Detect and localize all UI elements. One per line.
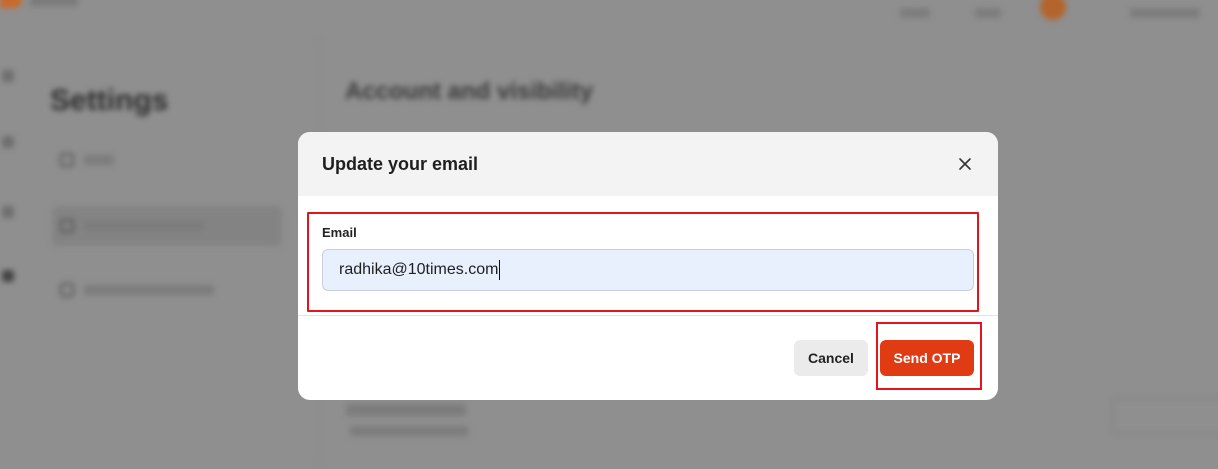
rail-icon: [2, 270, 14, 282]
section-subtext: [350, 426, 468, 436]
icon-rail: [0, 40, 24, 469]
email-field[interactable]: radhika@10times.com: [322, 249, 974, 291]
dialog-header: Update your email: [298, 132, 998, 196]
section-heading: [346, 404, 466, 416]
sidebar-item-label: [84, 285, 214, 295]
sidebar-item: [60, 140, 260, 180]
logo: [0, 0, 22, 8]
lock-icon: [60, 283, 74, 297]
rail-icon: [2, 70, 14, 82]
top-nav-item: [975, 8, 1001, 18]
close-button[interactable]: [954, 153, 976, 175]
sidebar-item-active: [52, 206, 282, 246]
update-email-dialog: Update your email Email radhika@10times.…: [298, 132, 998, 400]
send-otp-button[interactable]: Send OTP: [880, 340, 974, 376]
sidebar-item-label: [84, 221, 204, 231]
settings-sidebar: Settings: [40, 40, 320, 469]
dialog-body: Email radhika@10times.com: [298, 196, 998, 316]
top-nav-item: [900, 8, 930, 18]
cancel-button[interactable]: Cancel: [794, 340, 868, 376]
edit-icon: [60, 153, 74, 167]
top-bar: [0, 0, 1218, 40]
user-icon: [60, 219, 74, 233]
main-title: Account and visibility: [345, 78, 594, 105]
settings-title: Settings: [50, 84, 169, 117]
rail-icon: [2, 206, 14, 218]
dialog-title: Update your email: [322, 153, 479, 174]
email-label: Email: [322, 225, 357, 240]
dialog-footer: Cancel Send OTP: [298, 316, 998, 400]
text-caret: [499, 260, 501, 280]
sidebar-item-label: [84, 155, 114, 165]
background-button: [1112, 398, 1218, 434]
close-icon: [959, 158, 971, 170]
rail-icon: [2, 136, 14, 148]
sidebar-item: [60, 270, 260, 310]
avatar: [1040, 0, 1066, 20]
top-nav-item: [1130, 8, 1200, 18]
email-value: radhika@10times.com: [339, 261, 499, 278]
logo-text: [30, 0, 78, 6]
